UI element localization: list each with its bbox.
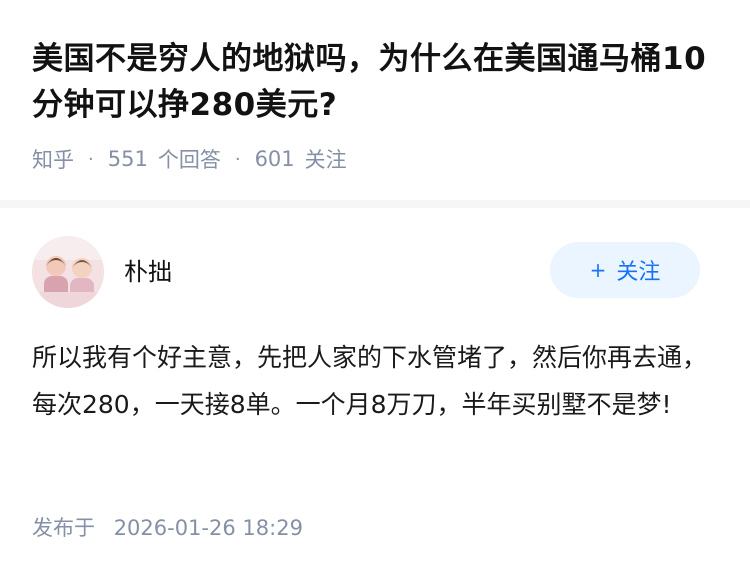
author-row: 朴拙 + 关注 [32,236,722,308]
plus-icon: + [589,258,607,282]
avatar-image-icon [32,236,104,308]
question-meta: 知乎 · 551 个回答 · 601 关注 [32,144,347,174]
avatar[interactable] [32,236,104,308]
question-title[interactable]: 美国不是穷人的地狱吗，为什么在美国通马桶10分钟可以挣280美元? [32,36,722,128]
followers-label: 关注 [304,148,347,172]
answers-count: 551 [107,147,148,171]
published-info: 发布于 2026-01-26 18:29 [32,512,303,542]
follow-label: 关注 [616,260,661,285]
published-label: 发布于 [32,516,95,540]
meta-separator: · [88,148,94,170]
answers-label[interactable]: 个回答 [158,144,221,174]
section-divider [0,200,750,208]
follow-button[interactable]: + 关注 [550,242,700,298]
author-name[interactable]: 朴拙 [124,252,172,287]
followers-count: 601 [254,147,295,171]
answer-content: 所以我有个好主意，先把人家的下水管堵了，然后你再去通，每次280，一天接8单。一… [32,343,708,419]
published-time: 2026-01-26 18:29 [113,516,303,540]
source-label[interactable]: 知乎 [32,144,74,174]
meta-separator: · [234,148,241,170]
